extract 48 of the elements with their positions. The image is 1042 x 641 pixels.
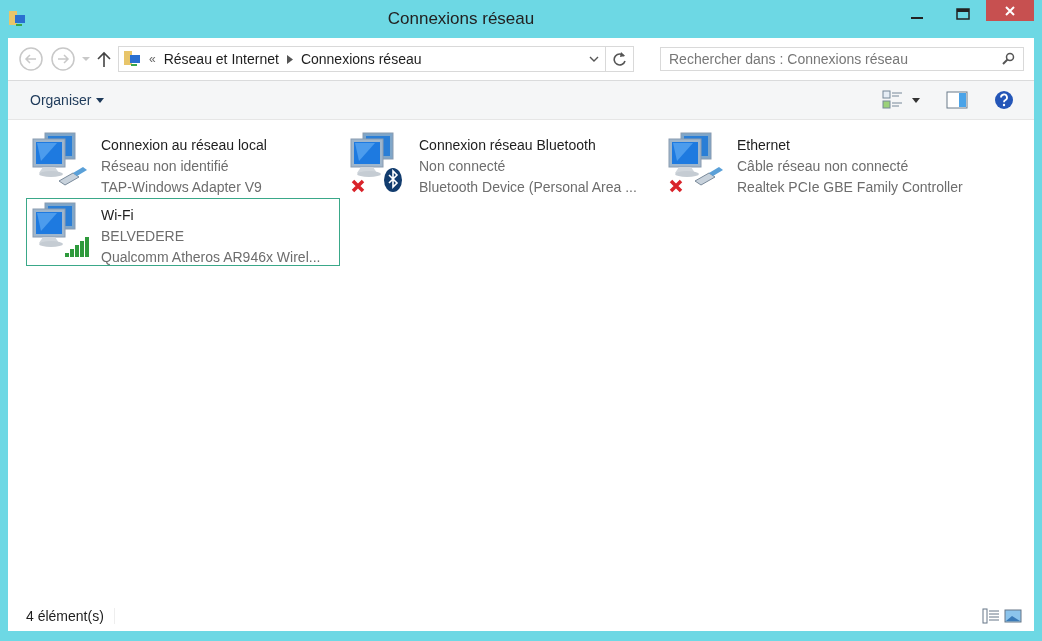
adapter-name: TAP-Windows Adapter V9	[101, 178, 263, 197]
network-folder-icon	[8, 10, 28, 28]
connection-status: BELVEDERE	[101, 227, 185, 246]
connection-name: Ethernet	[737, 136, 791, 155]
connection-item[interactable]: Connexion réseau Bluetooth Non connecté Bluetooth Device (Personal Area ...	[344, 128, 658, 196]
computer-icon	[32, 202, 76, 247]
caret-icon	[96, 97, 105, 103]
network-cable-icon	[694, 167, 723, 186]
adapter-name: Bluetooth Device (Personal Area ...	[419, 178, 637, 197]
window-title: Connexions réseau	[386, 9, 536, 29]
details-view-button[interactable]	[980, 606, 1002, 626]
breadcrumb-item[interactable]: Réseau et Internet	[161, 51, 281, 67]
network-folder-icon	[123, 50, 143, 68]
connection-name: Connexion réseau Bluetooth	[419, 136, 597, 155]
connection-item[interactable]: Connexion au réseau local Réseau non identifié TAP-Windows Adapter V9	[26, 128, 340, 196]
breadcrumb-item[interactable]: Connexions réseau	[298, 51, 424, 67]
adapter-name: Qualcomm Atheros AR946x Wirel...	[101, 248, 321, 267]
maximize-icon	[956, 8, 970, 20]
address-bar[interactable]: « Réseau et Internet Connexions réseau	[118, 46, 634, 72]
connection-name: Wi-Fi	[101, 206, 135, 225]
connection-name: Connexion au réseau local	[101, 136, 267, 155]
connection-item[interactable]: Wi-Fi BELVEDERE Qualcomm Atheros AR946x Wirel...	[26, 198, 340, 266]
minimize-icon	[911, 17, 923, 19]
computer-icon	[32, 132, 76, 177]
large-icons-view-button[interactable]	[1002, 606, 1024, 626]
bluetooth-icon	[384, 168, 402, 192]
computer-icon	[668, 132, 712, 177]
adapter-name: Realtek PCIe GBE Family Controller	[737, 178, 963, 197]
close-icon	[1005, 5, 1015, 16]
dropdown-chevron-icon[interactable]	[589, 56, 599, 62]
up-button[interactable]	[96, 50, 112, 68]
computer-icon	[350, 132, 394, 177]
connection-status: Non connecté	[419, 157, 507, 176]
network-cable-icon	[58, 167, 87, 186]
refresh-icon	[612, 51, 627, 67]
connection-status: Réseau non identifié	[101, 157, 230, 176]
organize-menu[interactable]: Organiser	[22, 88, 113, 112]
connection-status: Câble réseau non connecté	[737, 157, 910, 176]
close-button[interactable]	[986, 0, 1034, 21]
view-list-icon	[882, 90, 904, 110]
search-field[interactable]: Rechercher dans : Connexions réseau	[660, 47, 1024, 71]
caret-icon	[912, 97, 920, 103]
chevron-icon	[286, 54, 293, 64]
signal-bars-icon	[65, 237, 89, 257]
connection-item[interactable]: Ethernet Câble réseau non connecté Realtek PCIe GBE Family Controller	[662, 128, 976, 196]
breadcrumb-overflow[interactable]: «	[149, 52, 156, 66]
item-count: 4 élément(s)	[26, 608, 115, 624]
search-icon	[1001, 52, 1015, 66]
